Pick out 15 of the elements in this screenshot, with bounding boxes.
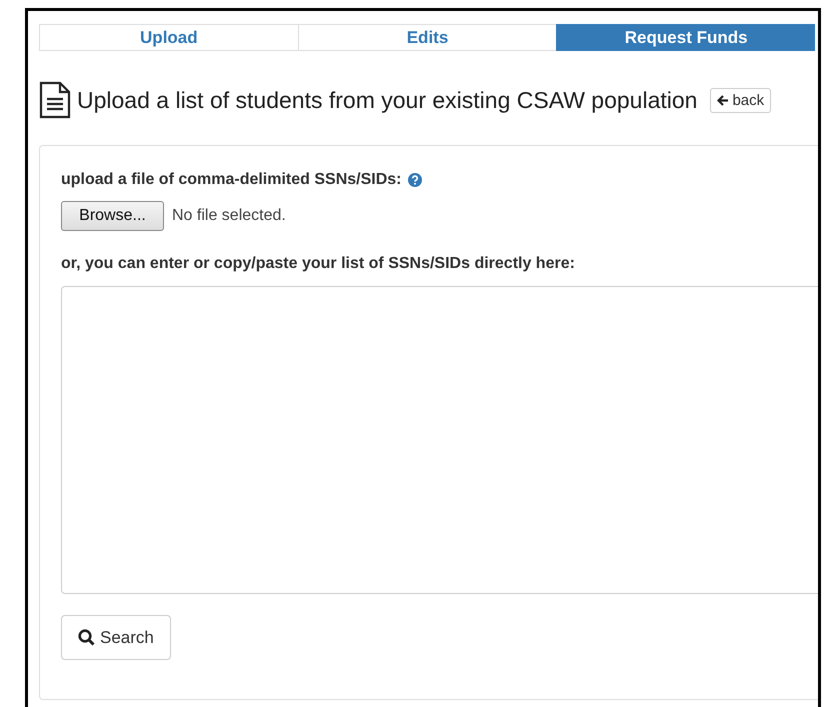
arrow-left-icon [717, 94, 730, 106]
tab[interactable]: Edits [298, 24, 556, 51]
document-icon [39, 81, 71, 119]
help-icon[interactable] [408, 173, 422, 187]
list-input-field[interactable] [61, 286, 818, 594]
tab[interactable]: Upload [39, 24, 298, 51]
paste-label: or, you can enter or copy/paste your list of SSNs/SIDs directly here: [61, 255, 576, 273]
search-button[interactable]: Search [61, 615, 171, 660]
browse-button[interactable]: Browse... [61, 201, 164, 231]
tab[interactable]: Request Funds [556, 24, 816, 51]
search-icon [78, 629, 95, 646]
upload-label: upload a file of comma-delimited SSNs/SIDs: [61, 171, 402, 189]
page-title: Upload a list of students from your existing CSAW population [77, 86, 698, 114]
file-status: No file selected. [172, 207, 286, 225]
back-button[interactable]: back [710, 88, 772, 112]
